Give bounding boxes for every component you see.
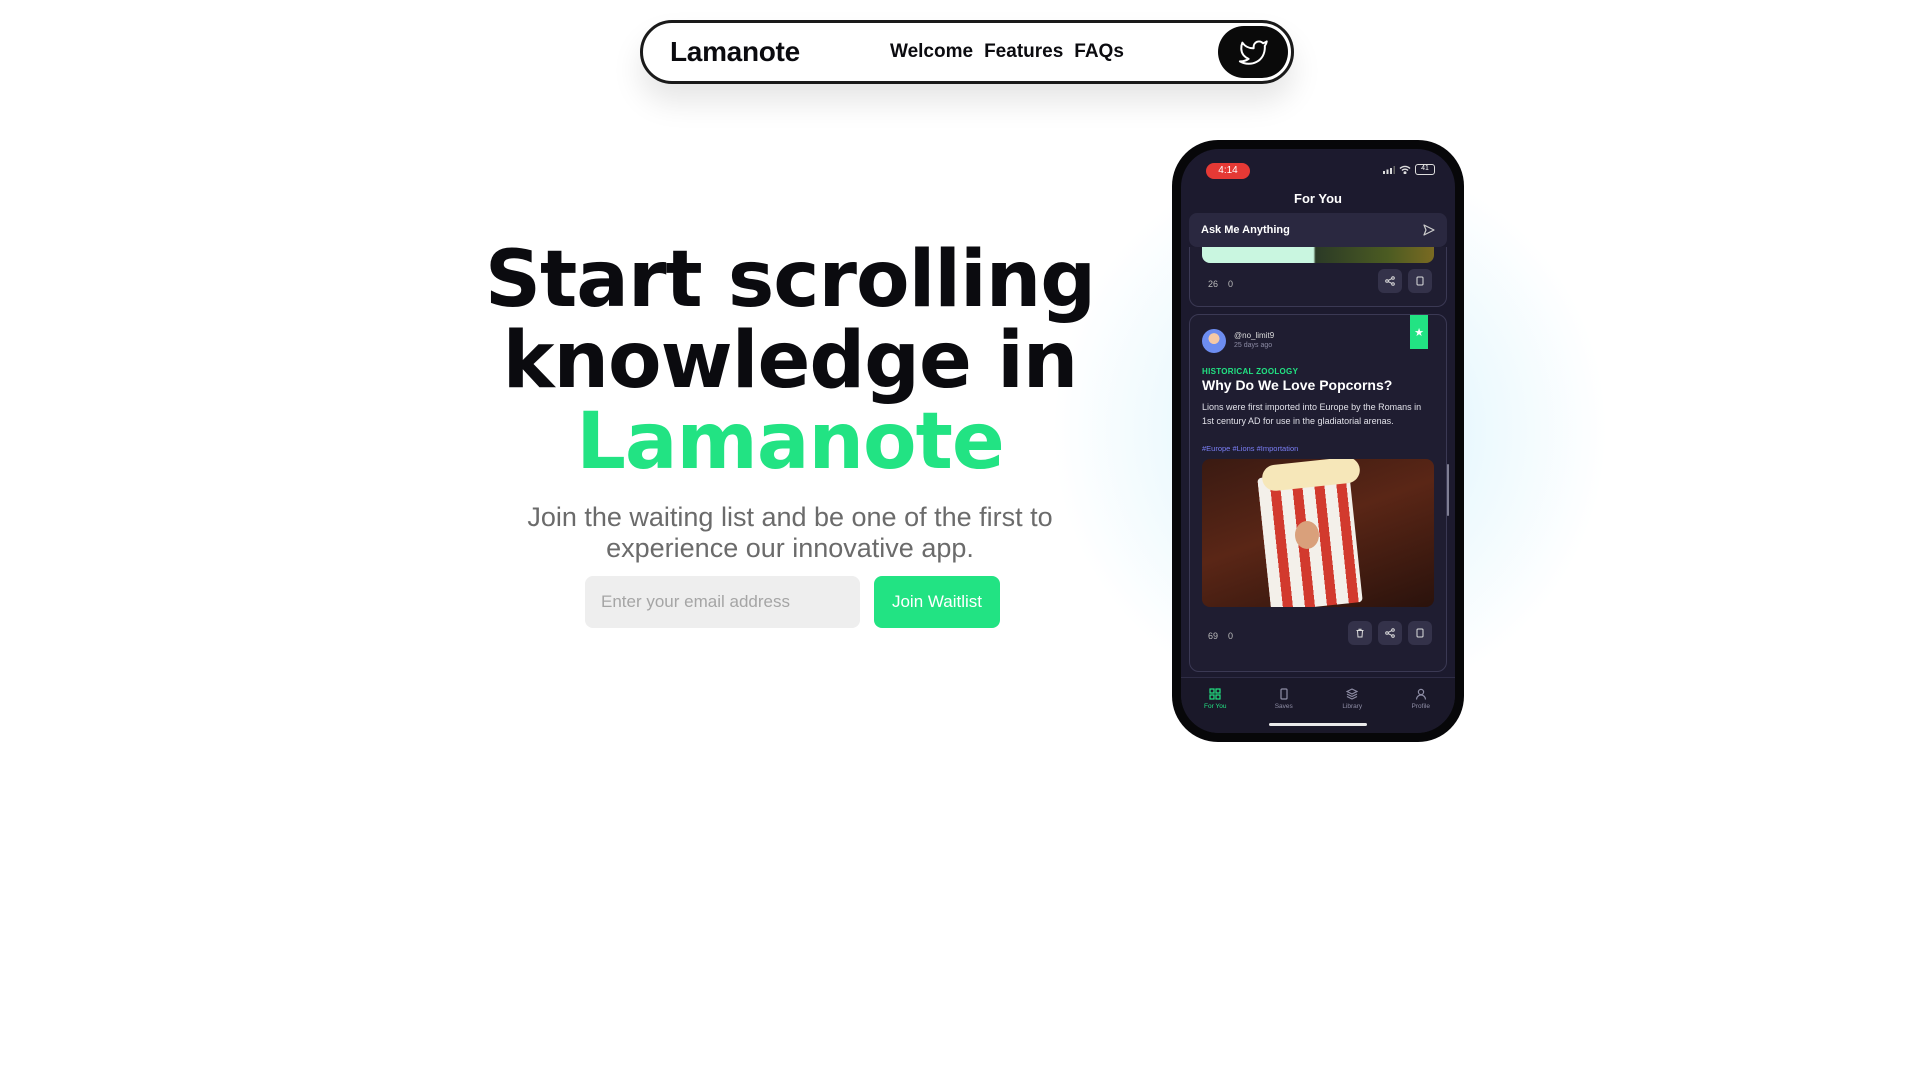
- bookmark-flag[interactable]: ★: [1410, 315, 1428, 349]
- join-waitlist-button[interactable]: Join Waitlist: [874, 576, 1000, 628]
- nav-link-welcome[interactable]: Welcome: [890, 41, 973, 63]
- email-input[interactable]: [585, 576, 860, 628]
- hero-title-line2: knowledge in: [502, 316, 1079, 406]
- card-tags[interactable]: #Europe #Lions #Importation: [1202, 444, 1298, 453]
- home-indicator: [1269, 723, 1367, 726]
- share-button[interactable]: [1378, 269, 1402, 293]
- hero-title-line1: Start scrolling: [484, 235, 1096, 325]
- avatar[interactable]: [1202, 329, 1226, 353]
- screen-title: For You: [1294, 191, 1342, 206]
- tab-saves[interactable]: Saves: [1259, 688, 1309, 733]
- card-actions: [1348, 621, 1432, 645]
- trash-icon: [1356, 628, 1364, 638]
- ask-bar[interactable]: Ask Me Anything: [1189, 213, 1447, 247]
- post-time: 25 days ago: [1234, 342, 1273, 349]
- tab-for-you[interactable]: For You: [1190, 688, 1240, 733]
- star-icon: ★: [1414, 326, 1424, 339]
- tab-label: For You: [1204, 703, 1227, 710]
- tab-label: Saves: [1274, 703, 1293, 710]
- share-icon: [1385, 276, 1395, 286]
- likes-count: 26: [1208, 279, 1219, 289]
- top-navbar: Lamanote Welcome Features FAQs: [640, 20, 1294, 84]
- feed-card[interactable]: @no_limit9 25 days ago ★ HISTORICAL ZOOL…: [1189, 314, 1447, 672]
- delete-button[interactable]: [1348, 621, 1372, 645]
- tab-label: Profile: [1411, 703, 1430, 710]
- status-icons: 41: [1383, 164, 1435, 175]
- layers-icon: [1346, 688, 1359, 700]
- ask-label: Ask Me Anything: [1201, 224, 1290, 236]
- bookmark-icon: [1280, 688, 1288, 700]
- nav-link-faqs[interactable]: FAQs: [1074, 41, 1124, 63]
- card-body: Lions were first imported into Europe by…: [1202, 402, 1422, 426]
- card-title: Why Do We Love Popcorns?: [1202, 377, 1393, 393]
- bookmark-icon: [1416, 276, 1424, 286]
- card-stats: 69 0: [1208, 631, 1233, 641]
- grid-icon: [1209, 688, 1221, 700]
- card-stats: 26 0: [1208, 279, 1233, 289]
- signal-icon: [1383, 165, 1395, 174]
- saves-count: 0: [1228, 279, 1234, 289]
- feed-card-previous[interactable]: 26 0: [1189, 247, 1447, 307]
- tab-library[interactable]: Library: [1327, 688, 1377, 733]
- phone-mockup: 4:14 41 For You Ask Me Anything 26 0 @no…: [1172, 140, 1464, 742]
- twitter-icon: [1238, 40, 1268, 65]
- hero-subtitle: Join the waiting list and be one of the …: [527, 502, 1053, 563]
- share-button[interactable]: [1378, 621, 1402, 645]
- wifi-icon: [1399, 165, 1411, 174]
- card-category: HISTORICAL ZOOLOGY: [1202, 367, 1299, 376]
- nav-links: Welcome Features FAQs: [890, 41, 1124, 63]
- brand-logo[interactable]: Lamanote: [670, 36, 800, 68]
- user-handle[interactable]: @no_limit9: [1234, 331, 1274, 340]
- card-image: [1202, 459, 1434, 607]
- bookmark-button[interactable]: [1408, 269, 1432, 293]
- face-graphic: [1295, 521, 1319, 549]
- share-icon: [1385, 628, 1395, 638]
- saves-count: 0: [1228, 631, 1234, 641]
- nav-link-features[interactable]: Features: [984, 41, 1063, 63]
- hero-title-accent: Lamanote: [576, 397, 1005, 487]
- status-time: 4:14: [1206, 163, 1250, 179]
- hero-title: Start scrolling knowledge in Lamanote: [440, 240, 1140, 483]
- tab-label: Library: [1342, 703, 1363, 710]
- tab-profile[interactable]: Profile: [1396, 688, 1446, 733]
- bookmark-button[interactable]: [1408, 621, 1432, 645]
- battery-icon: 41: [1415, 164, 1435, 175]
- likes-count: 69: [1208, 631, 1219, 641]
- phone-screen: 4:14 41 For You Ask Me Anything 26 0 @no…: [1181, 149, 1455, 733]
- card-actions: [1378, 269, 1432, 293]
- twitter-button[interactable]: [1218, 26, 1288, 78]
- card-image: [1202, 247, 1434, 263]
- send-icon[interactable]: [1423, 224, 1435, 236]
- scrollbar[interactable]: [1447, 464, 1449, 516]
- bookmark-icon: [1416, 628, 1424, 638]
- user-icon: [1415, 688, 1426, 700]
